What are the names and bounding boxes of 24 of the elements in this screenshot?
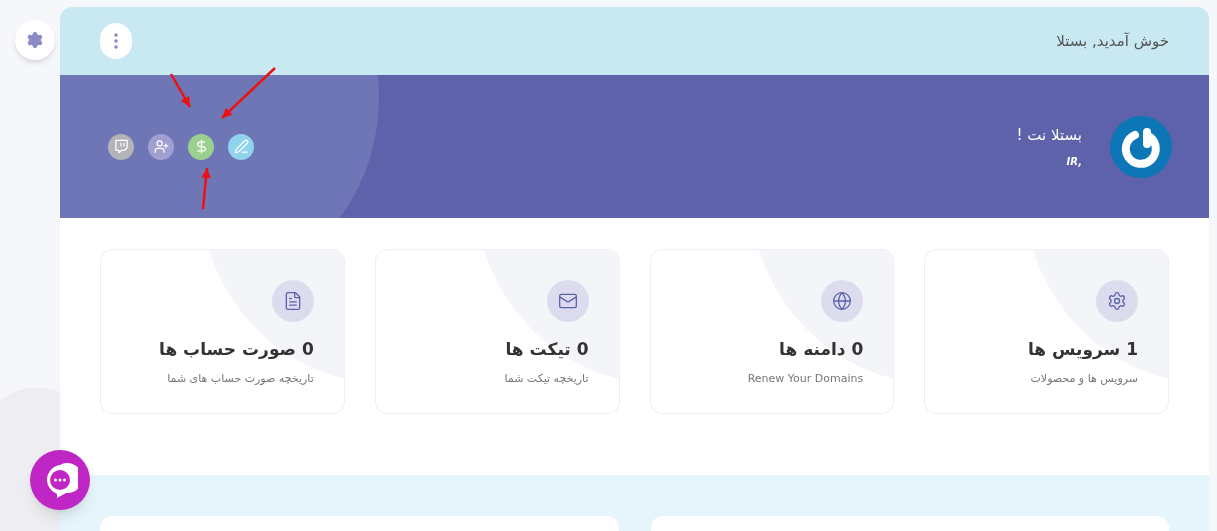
chat-icon [113, 139, 129, 154]
card-subtitle: تاریخچه صورت حساب های شما [167, 370, 314, 387]
more-icon [114, 33, 118, 49]
profile-name: بستلا نت ! [1016, 124, 1082, 146]
envelope-icon [557, 291, 578, 311]
avatar-logo [1110, 115, 1172, 178]
settings-button[interactable] [15, 20, 55, 60]
card-subtitle: سرویس ها و محصولات [1030, 370, 1138, 387]
add-user-icon [153, 139, 169, 154]
card-title: 0 تیکت ها [505, 338, 589, 361]
annotation-arrow [169, 73, 192, 108]
profile-subtitle: IR, [1066, 155, 1082, 170]
annotation-arrow [221, 67, 276, 119]
card-title: 0 صورت حساب ها [159, 338, 314, 361]
welcome-title: خوش آمدید, بستلا [1056, 30, 1169, 52]
globe-icon [832, 291, 853, 311]
card-title: 0 دامنه ها [779, 338, 864, 361]
settings-icon [26, 31, 44, 49]
gear-icon [1107, 291, 1127, 311]
pencil-icon [233, 139, 249, 154]
annotation-arrow [201, 167, 211, 210]
card-subtitle: Renew Your Domains [747, 370, 864, 387]
card-title: 1 سرویس ها [1027, 338, 1138, 362]
card-subtitle: تاریخچه تیکت شما [504, 370, 589, 387]
